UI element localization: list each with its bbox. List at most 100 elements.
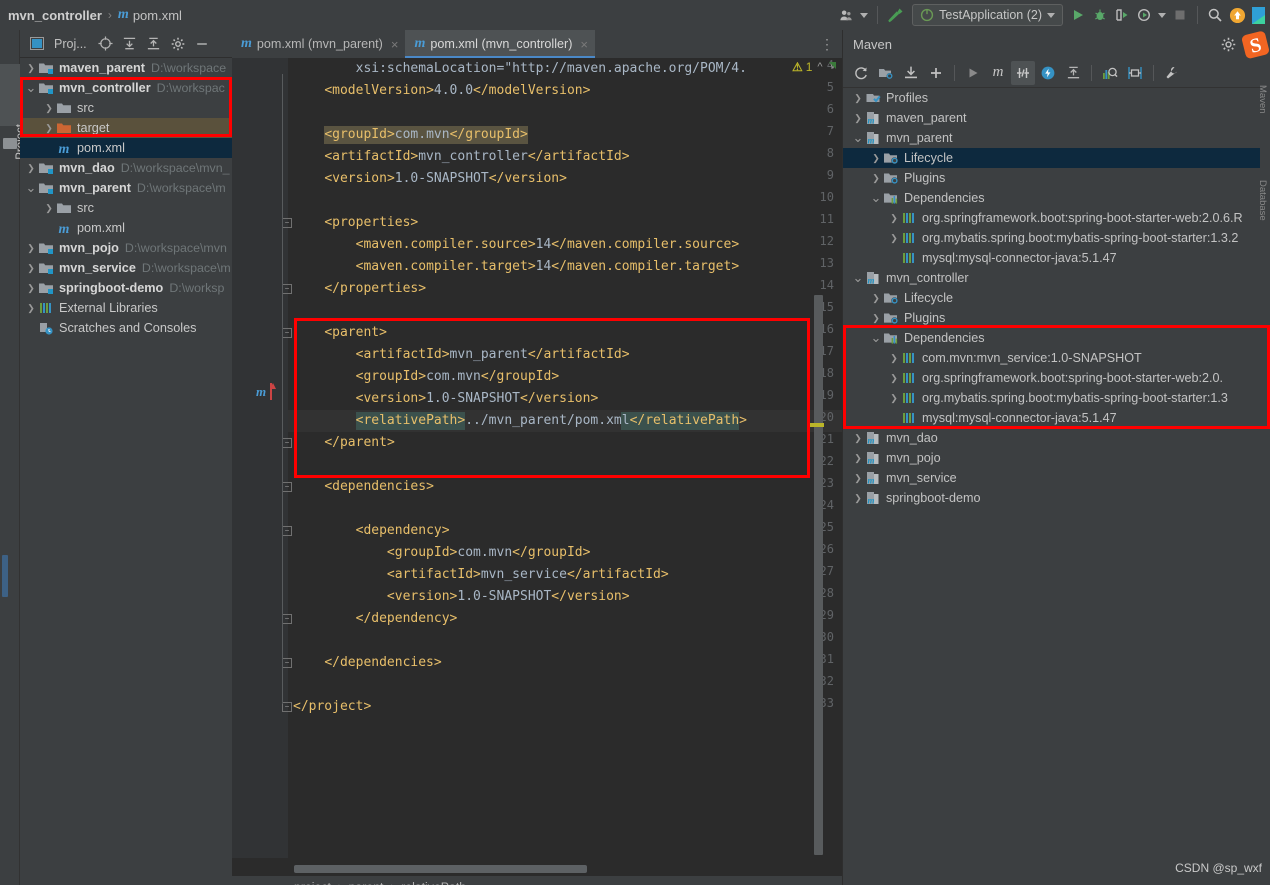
project-tree-item-mvn-dao[interactable]: ❯ mvn_dao D:\workspace\mvn_ [20,158,232,178]
code-line[interactable]: </parent> [293,432,394,454]
close-icon[interactable]: × [391,37,399,52]
execute-maven-goal-icon[interactable]: m [986,61,1010,85]
editor-tab-strip[interactable]: m pom.xml (mvn_parent) × m pom.xml (mvn_cont… [232,30,842,58]
run-with-coverage-icon[interactable] [1111,2,1133,28]
chevron-down-icon[interactable]: ⌄ [869,331,883,344]
project-tree-item-src[interactable]: ❯ src [20,98,232,118]
breadcrumb-parent[interactable]: parent [349,880,384,885]
close-icon[interactable]: × [580,37,588,52]
editor-tab-pom-xml-mvn-controller-[interactable]: m pom.xml (mvn_controller) × [405,30,596,58]
editor-vscrollbar-thumb[interactable] [814,295,823,855]
chevron-right-icon[interactable]: ❯ [42,103,56,114]
chevron-down-icon[interactable] [1047,12,1055,18]
maven-tree-item-profiles[interactable]: ❯ Profiles [843,88,1261,108]
fold-toggle-icon[interactable]: − [282,658,292,668]
project-view-icon[interactable] [26,33,48,55]
code-line[interactable]: <version>1.0-SNAPSHOT</version> [293,168,567,190]
code-line[interactable]: </dependencies> [293,652,441,674]
code-line[interactable]: <groupId>com.mvn</groupId> [293,542,591,564]
code-line[interactable]: </properties> [293,278,426,300]
profiler-icon[interactable] [1133,2,1155,28]
editor-tab-pom-xml-mvn-parent-[interactable]: m pom.xml (mvn_parent) × [232,30,405,58]
code-line[interactable]: xsi:schemaLocation="http://maven.apache.… [293,58,747,80]
maven-tree-item-springboot-demo[interactable]: ❯ m springboot-demo [843,488,1261,508]
chevron-right-icon[interactable]: ❯ [887,393,901,404]
code-text[interactable]: xsi:schemaLocation="http://maven.apache.… [293,58,842,858]
ide-extra-icon[interactable] [1249,2,1268,28]
structure-tab-icon[interactable] [3,138,17,149]
project-tree-item-mvn-parent[interactable]: ⌄ mvn_parent D:\workspace\m [20,178,232,198]
code-line[interactable]: <artifactId>mvn_controller</artifactId> [293,146,629,168]
chevron-right-icon[interactable]: ❯ [851,473,865,484]
chevron-right-icon[interactable]: ❯ [851,493,865,504]
chevron-down-icon[interactable]: ⌄ [24,181,38,194]
maven-gutter-icon[interactable]: m [256,384,266,400]
editor-gutter[interactable] [232,58,288,858]
run-configuration-selector[interactable]: TestApplication (2) [912,4,1063,26]
maven-tree-item-org-mybatis-spring-boot-mybatis-spring-boot-star[interactable]: ❯ org.mybatis.spring.boot:mybatis-spring-… [843,388,1261,408]
maven-tree-item-org-springframework-boot-spring-boot-starter-web[interactable]: ❯ org.springframework.boot:spring-boot-st… [843,368,1261,388]
maven-tree-item-plugins[interactable]: ❯ Plugins [843,308,1261,328]
stop-button[interactable] [1169,2,1191,28]
project-panel-label[interactable]: Proj... [54,37,87,51]
fold-toggle-icon[interactable]: − [282,702,292,712]
breadcrumb-relativePath[interactable]: relativePath [401,880,466,885]
code-line[interactable]: <artifactId>mvn_parent</artifactId> [293,344,630,366]
maven-tree-item-mvn-pojo[interactable]: ❯ m mvn_pojo [843,448,1261,468]
maven-tree-item-plugins[interactable]: ❯ Plugins [843,168,1261,188]
project-tree-item-src[interactable]: ❯ src [20,198,232,218]
code-line[interactable]: <groupId>com.mvn</groupId> [293,366,560,388]
run-button[interactable] [1067,2,1089,28]
fold-toggle-icon[interactable]: − [282,438,292,448]
code-line[interactable]: <dependency> [293,520,450,542]
project-tree-item-mvn-controller[interactable]: ⌄ mvn_controller D:\workspac [20,78,232,98]
update-project-icon[interactable] [1226,2,1249,28]
debug-button[interactable] [1089,2,1111,28]
search-everywhere-icon[interactable] [1204,2,1226,28]
chevron-right-icon[interactable]: ❯ [24,283,38,294]
maven-tree-item-org-springframework-boot-spring-boot-starter-web[interactable]: ❯ org.springframework.boot:spring-boot-st… [843,208,1261,228]
maven-tree-item-dependencies[interactable]: ⌄ Dependencies [843,328,1261,348]
maven-settings-wrench-icon[interactable] [1160,61,1184,85]
previous-highlight-icon[interactable]: ^ [815,61,824,73]
settings-gear-icon[interactable] [167,33,189,55]
code-line[interactable]: <modelVersion>4.0.0</modelVersion> [293,80,590,102]
chevron-right-icon[interactable]: ❯ [42,203,56,214]
project-tree-item-mvn-service[interactable]: ❯ mvn_service D:\workspace\m [20,258,232,278]
project-tree-item-scratches-and-consoles[interactable]: Scratches and Consoles [20,318,232,338]
fold-toggle-icon[interactable]: − [282,482,292,492]
maven-tree-item-mvn-parent[interactable]: ⌄ m mvn_parent [843,128,1261,148]
user-settings-icon[interactable] [835,2,857,28]
maven-toolbar[interactable]: m [843,58,1270,88]
maven-tree-item-mvn-dao[interactable]: ❯ m mvn_dao [843,428,1261,448]
add-maven-project-icon[interactable] [924,61,948,85]
show-diagram-icon[interactable] [1123,61,1147,85]
maven-tree-item-mvn-service[interactable]: ❯ m mvn_service [843,468,1261,488]
generate-sources-icon[interactable] [874,61,898,85]
collapse-all-icon[interactable] [1061,61,1085,85]
maven-tree-item-lifecycle[interactable]: ❯ Lifecycle [843,148,1261,168]
chevron-right-icon[interactable]: ❯ [887,213,901,224]
chevron-right-icon[interactable]: ❯ [24,243,38,254]
maven-tree[interactable]: ❯ Profiles ❯ m maven_parent ⌄ m mvn_parent ❯ Life… [843,88,1261,885]
show-dependencies-icon[interactable] [1098,61,1122,85]
code-line[interactable]: <groupId>com.mvn</groupId> [293,124,528,146]
chevron-right-icon[interactable]: ❯ [851,93,865,104]
breadcrumb-file[interactable]: pom.xml [133,8,182,23]
chevron-right-icon[interactable]: ❯ [887,233,901,244]
fold-toggle-icon[interactable]: − [282,614,292,624]
project-tree[interactable]: ❯ maven_parent D:\workspace ⌄ mvn_controller… [20,58,232,826]
breadcrumb-project[interactable]: mvn_controller [8,8,102,23]
maven-tree-item-dependencies[interactable]: ⌄ Dependencies [843,188,1261,208]
editor-hscrollbar-track[interactable] [288,862,842,874]
code-line[interactable]: <version>1.0-SNAPSHOT</version> [293,586,630,608]
fold-toggle-icon[interactable]: − [282,526,292,536]
chevron-right-icon[interactable]: ❯ [869,173,883,184]
reload-all-projects-icon[interactable] [849,61,873,85]
maven-tree-item-mysql-mysql-connector-java-5-1-47[interactable]: mysql:mysql-connector-java:5.1.47 [843,408,1261,428]
chevron-right-icon[interactable]: ❯ [869,313,883,324]
chevron-right-icon[interactable]: ❯ [851,433,865,444]
code-line[interactable]: <dependencies> [293,476,434,498]
chevron-right-icon[interactable]: ❯ [887,373,901,384]
chevron-right-icon[interactable]: ❯ [24,303,38,314]
